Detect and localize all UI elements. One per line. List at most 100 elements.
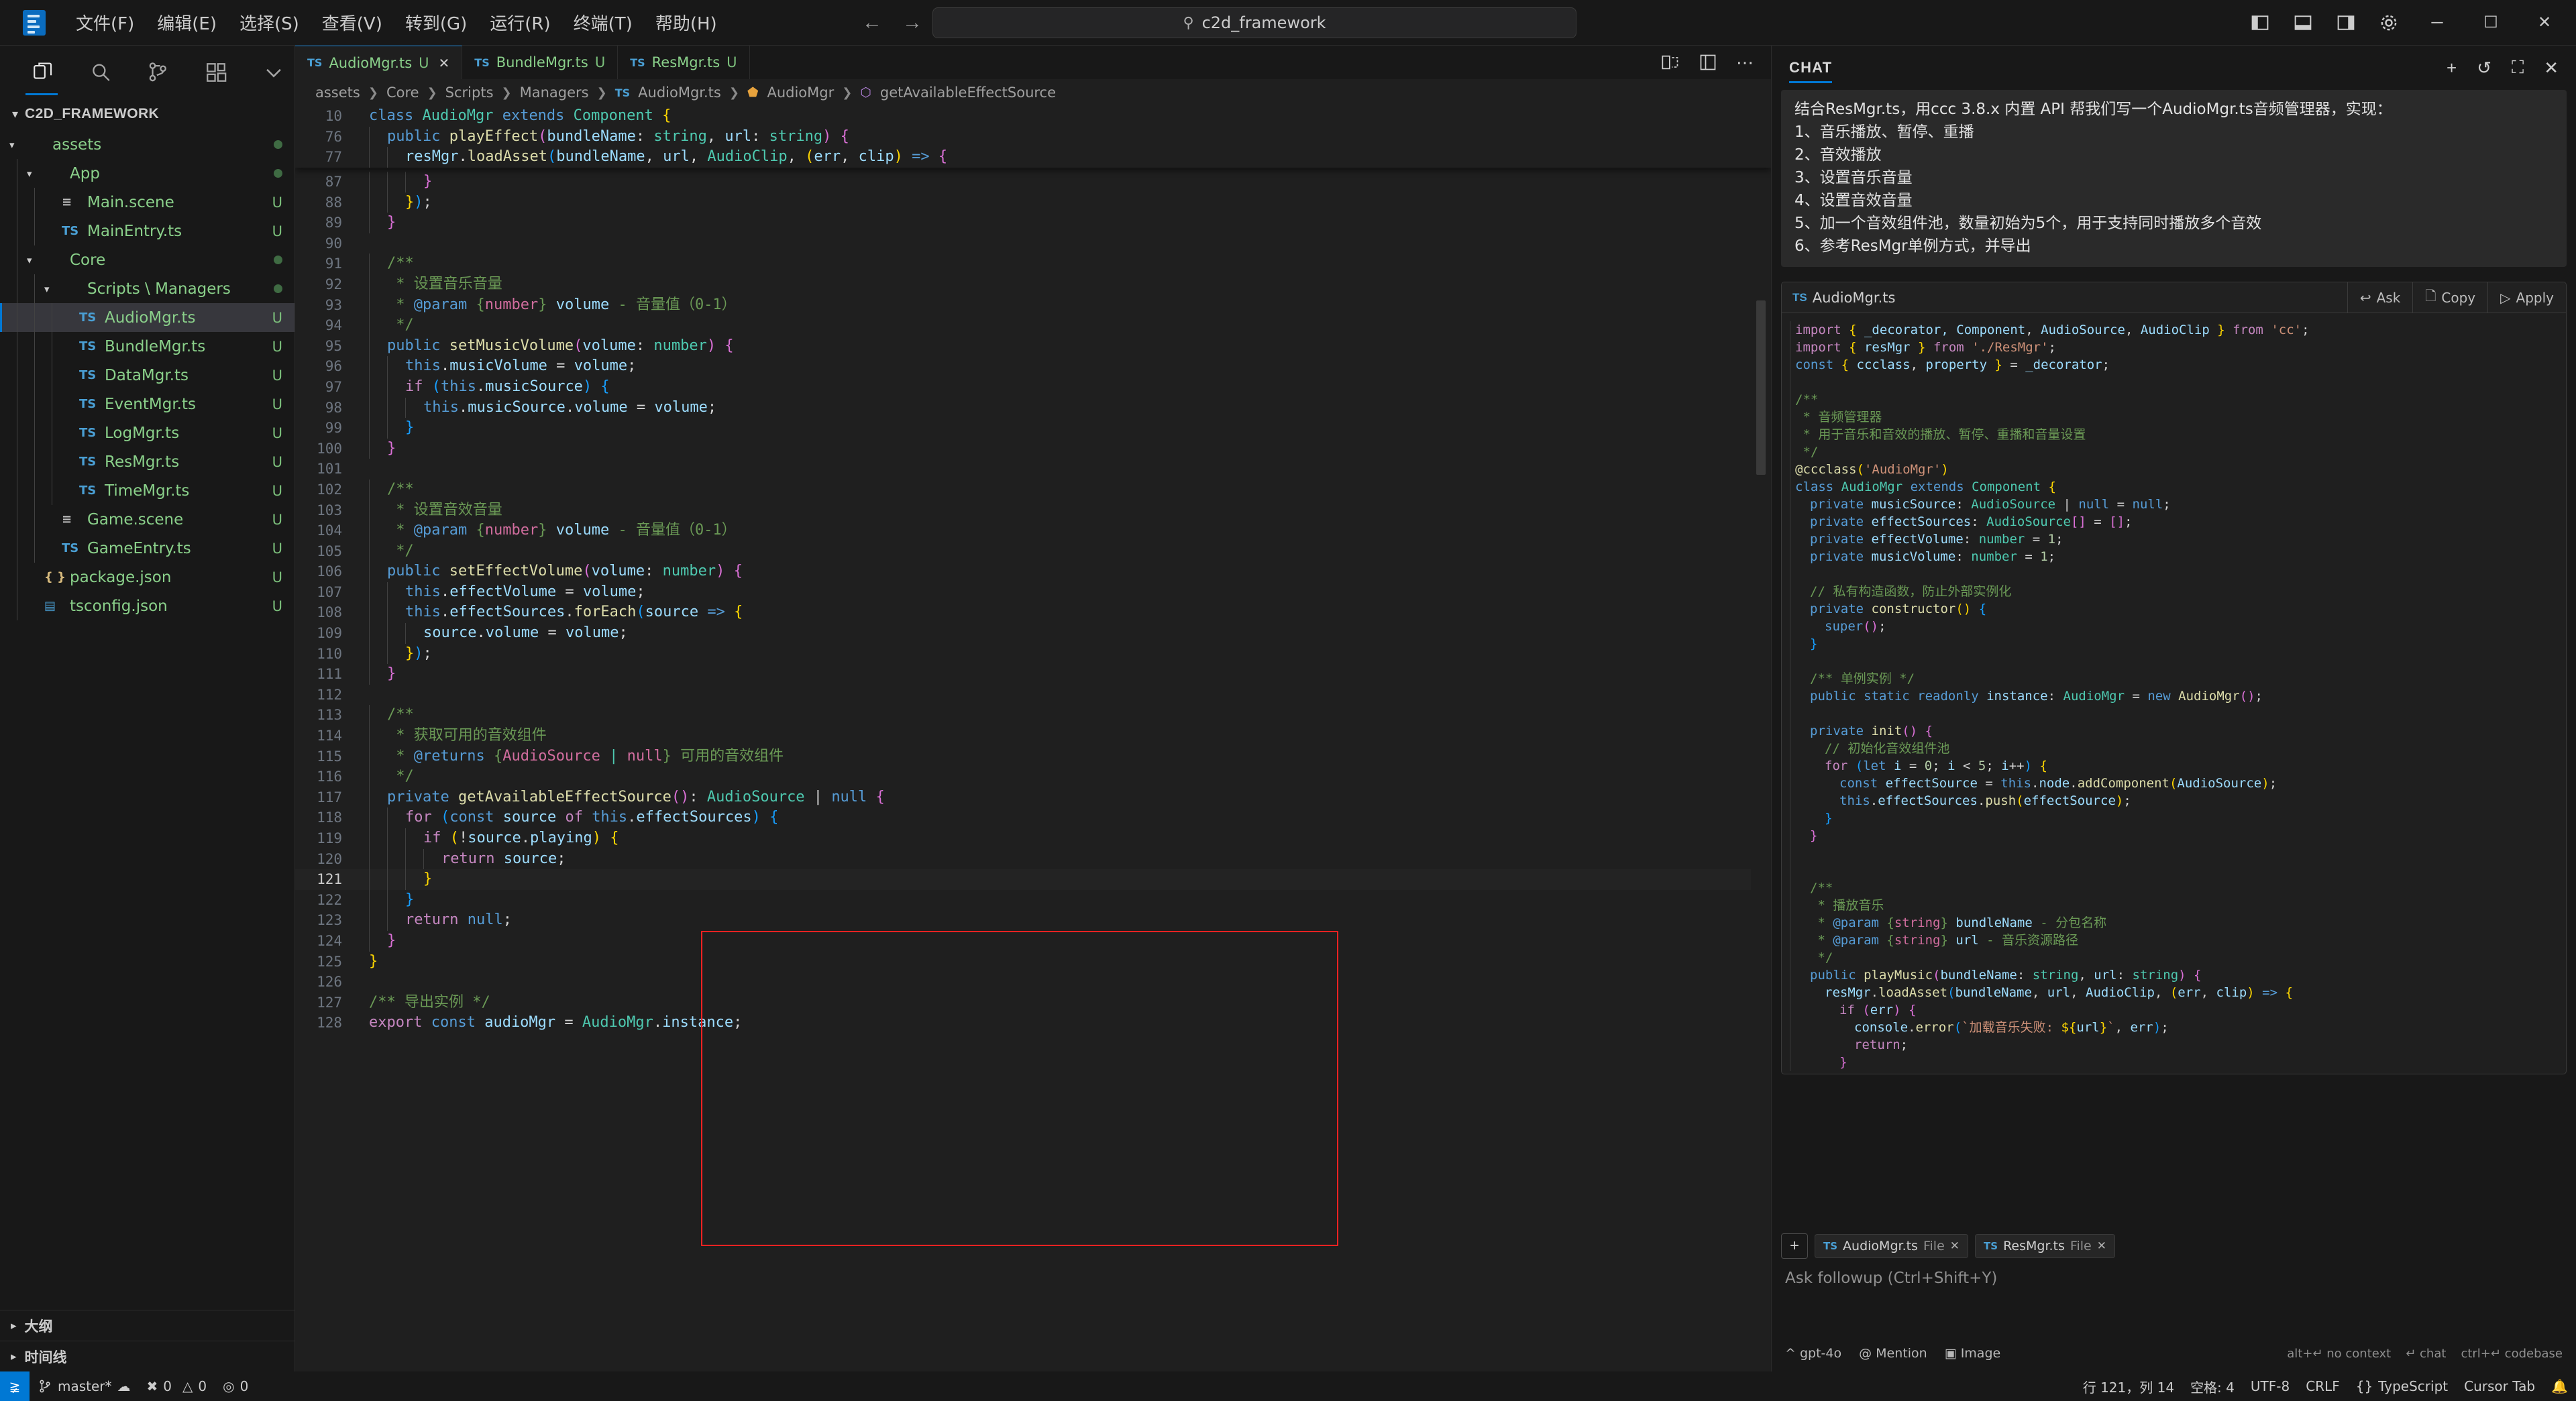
tree-file-MainEntry.ts[interactable]: TS MainEntry.ts U [0, 217, 294, 245]
breadcrumb-item-1[interactable]: Core [386, 85, 419, 101]
more-views-chevron-icon[interactable] [260, 59, 287, 86]
plus-icon[interactable]: + [1781, 1233, 1808, 1259]
tree-folder-App[interactable]: ▾ App [0, 159, 294, 188]
line-number: 120 [317, 850, 342, 867]
chat-footer-mention[interactable]: @ Mention [1859, 1346, 1927, 1361]
window-minimize-button[interactable]: ─ [2422, 13, 2453, 32]
source-control-icon[interactable] [145, 59, 172, 86]
menu-item-2[interactable]: 选择(S) [228, 6, 311, 39]
split-editor-icon[interactable] [1661, 53, 1680, 72]
new-chat-icon[interactable]: + [2447, 58, 2457, 78]
settings-gear-icon[interactable] [2379, 13, 2399, 33]
tree-folder-Core[interactable]: ▾ Core [0, 245, 294, 274]
code-line-87: 87} [295, 172, 1771, 192]
line-number: 91 [325, 256, 342, 272]
tree-item-label: GameEntry.ts [87, 539, 191, 557]
menu-item-5[interactable]: 运行(R) [478, 6, 561, 39]
breadcrumb-item-6[interactable]: getAvailableEffectSource [880, 85, 1056, 101]
tree-folder-Scripts-Managers[interactable]: ▾ Scripts \ Managers [0, 274, 294, 303]
tree-file-Game.scene[interactable]: ≡ Game.scene U [0, 505, 294, 534]
menu-item-7[interactable]: 帮助(H) [644, 6, 729, 39]
status-problems[interactable]: ✖ 0 △ 0 [139, 1371, 215, 1401]
status-indentation[interactable]: 空格: 4 [2182, 1371, 2243, 1401]
code-line-122: 122} [295, 889, 1771, 911]
line-number: 101 [317, 461, 342, 478]
chat-code-line-25: for (let i = 0; i < 5; i++) { [1782, 757, 2566, 775]
close-icon[interactable]: ✕ [439, 55, 450, 71]
status-cursor-position[interactable]: 行 121，列 14 [2075, 1371, 2182, 1401]
editor-tab-ResMgr.ts[interactable]: TS ResMgr.ts U [618, 46, 750, 79]
tree-file-package.json[interactable]: { } package.json U [0, 563, 294, 592]
menu-item-3[interactable]: 查看(V) [311, 6, 394, 39]
editor-tab-AudioMgr.ts[interactable]: TS AudioMgr.ts U ✕ [295, 46, 463, 79]
chat-followup-input[interactable]: Ask followup (Ctrl+Shift+Y) [1781, 1266, 2567, 1346]
bell-icon[interactable]: 🔔 [2543, 1371, 2576, 1401]
history-icon[interactable]: ↺ [2477, 58, 2491, 78]
code-line-118: 118 for (const source of this.effectSourc… [295, 807, 1771, 828]
cloud-upload-icon[interactable]: ☁ [117, 1378, 131, 1394]
status-ports[interactable]: ◎ 0 [215, 1371, 256, 1401]
breadcrumb-item-5[interactable]: AudioMgr [767, 85, 834, 101]
search-icon[interactable] [87, 59, 114, 86]
context-chip-AudioMgr.ts[interactable]: TS AudioMgr.ts File ✕ [1815, 1234, 1969, 1258]
close-icon[interactable]: ✕ [2544, 58, 2559, 78]
code-line-124: 124} [295, 930, 1771, 952]
status-branch[interactable]: master* ☁ [30, 1371, 139, 1401]
chat-code-line-41: return; [1782, 1036, 2566, 1054]
menu-item-1[interactable]: 编辑(E) [146, 6, 228, 39]
tree-file-BundleMgr.ts[interactable]: TS BundleMgr.ts U [0, 332, 294, 361]
open-changes-icon[interactable] [1699, 53, 1717, 72]
breadcrumb-item-2[interactable]: Scripts [445, 85, 494, 101]
status-cursor-tab[interactable]: Cursor Tab [2456, 1371, 2543, 1401]
tree-file-LogMgr.ts[interactable]: TS LogMgr.ts U [0, 418, 294, 447]
toggle-panel-icon[interactable] [2293, 13, 2313, 33]
arrow-left-icon[interactable]: ← [862, 11, 882, 34]
minimap[interactable] [1751, 106, 1771, 1371]
outline-panel-header[interactable]: ▸ 大纲 [0, 1310, 294, 1341]
tree-folder-assets[interactable]: ▾ assets [0, 130, 294, 159]
extensions-icon[interactable] [203, 59, 229, 86]
menu-item-0[interactable]: 文件(F) [64, 6, 146, 39]
explorer-icon[interactable] [30, 59, 56, 86]
window-close-button[interactable]: ✕ [2529, 13, 2560, 32]
apply-button[interactable]: ▷ Apply [2487, 282, 2566, 313]
remote-window-icon[interactable]: ≩ [0, 1371, 30, 1401]
breadcrumb-item-0[interactable]: assets [315, 85, 360, 101]
more-actions-icon[interactable]: ⋯ [1736, 52, 1754, 73]
breadcrumb-item-3[interactable]: Managers [520, 85, 589, 101]
window-maximize-button[interactable]: ☐ [2475, 13, 2506, 32]
ask-button[interactable]: ↩ Ask [2347, 282, 2412, 313]
tree-file-ResMgr.ts[interactable]: TS ResMgr.ts U [0, 447, 294, 476]
breadcrumb-item-4[interactable]: AudioMgr.ts [638, 85, 721, 101]
close-icon[interactable]: ✕ [1950, 1239, 1960, 1253]
maximize-chat-icon[interactable]: ⛶ [2512, 57, 2524, 78]
status-eol[interactable]: CRLF [2298, 1371, 2348, 1401]
toggle-primary-sidebar-icon[interactable] [2250, 13, 2270, 33]
code-editor[interactable]: 87} 88}); 89} 90 91/** 92 * 设置音乐音量 93 * @param… [295, 106, 1771, 1371]
close-icon[interactable]: ✕ [2097, 1239, 2106, 1253]
menu-item-6[interactable]: 终端(T) [562, 6, 644, 39]
chat-footer-image[interactable]: ▣ Image [1945, 1346, 2001, 1361]
copy-button[interactable]: 🗋 Copy [2412, 282, 2487, 313]
chat-shortcut-no-context: alt+↵ no context [2287, 1346, 2392, 1361]
context-chip-ResMgr.ts[interactable]: TS ResMgr.ts File ✕ [1975, 1234, 2115, 1258]
tree-file-tsconfig.json[interactable]: ▤ tsconfig.json U [0, 592, 294, 620]
chat-code-line-17: super(); [1782, 618, 2566, 635]
status-encoding[interactable]: UTF-8 [2243, 1371, 2298, 1401]
status-language[interactable]: {} TypeScript [2348, 1371, 2456, 1401]
toggle-secondary-sidebar-icon[interactable] [2336, 13, 2356, 33]
chat-footer-gpt-4o[interactable]: ^ gpt-4o [1785, 1346, 1841, 1361]
editor-tab-BundleMgr.ts[interactable]: TS BundleMgr.ts U [462, 46, 619, 79]
tree-file-EventMgr.ts[interactable]: TS EventMgr.ts U [0, 390, 294, 418]
tree-file-Main.scene[interactable]: ≡ Main.scene U [0, 188, 294, 217]
explorer-root-header[interactable]: ▾ C2D_FRAMEWORK [0, 99, 294, 129]
tree-file-GameEntry.ts[interactable]: TS GameEntry.ts U [0, 534, 294, 563]
breadcrumb: assets ❯ Core ❯ Scripts ❯ Managers ❯ TS AudioMgr.… [295, 79, 1771, 106]
tree-file-TimeMgr.ts[interactable]: TS TimeMgr.ts U [0, 476, 294, 505]
command-center-search[interactable]: ⚲ c2d_framework [932, 7, 1576, 38]
arrow-right-icon[interactable]: → [902, 11, 922, 34]
timeline-panel-header[interactable]: ▸ 时间线 [0, 1341, 294, 1371]
menu-item-4[interactable]: 转到(G) [394, 6, 478, 39]
tree-file-DataMgr.ts[interactable]: TS DataMgr.ts U [0, 361, 294, 390]
tree-file-AudioMgr.ts[interactable]: TS AudioMgr.ts U [0, 303, 294, 332]
